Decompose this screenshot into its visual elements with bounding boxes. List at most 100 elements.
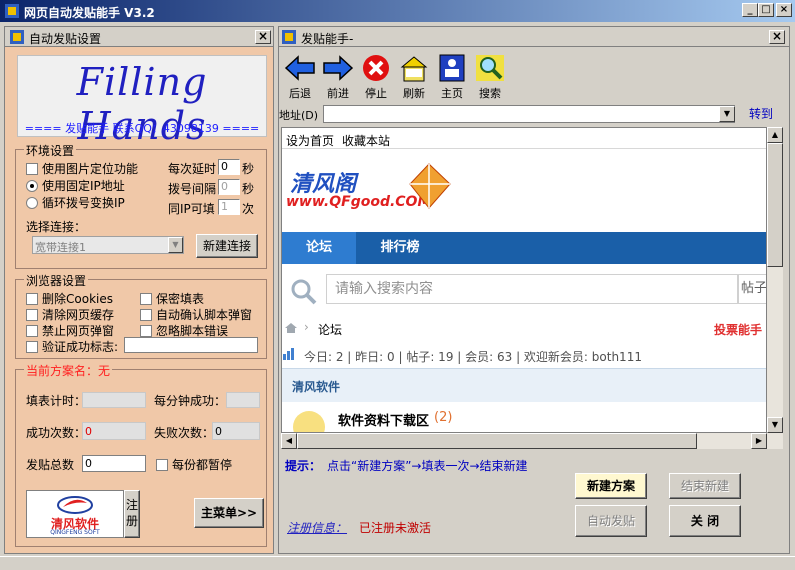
- horizontal-scrollbar[interactable]: ◀ ▶: [281, 433, 767, 449]
- browser-panel-header: 发贴能手- ×: [279, 27, 789, 47]
- site-search-input[interactable]: 请输入搜索内容: [326, 274, 738, 304]
- pause-each-option[interactable]: 每份都暂停: [156, 456, 232, 473]
- site-search-icon: [291, 279, 317, 305]
- reg-info-link[interactable]: 注册信息：: [287, 519, 347, 536]
- verify-flag-option[interactable]: 验证成功标志:: [26, 338, 118, 355]
- window-close-button[interactable]: ×: [776, 3, 792, 17]
- delete-cookies-checkbox[interactable]: [26, 293, 38, 305]
- settings-close-button[interactable]: ×: [255, 30, 271, 44]
- browser-panel: 发贴能手- × 后退 前进 停止 刷新 主页 搜索 地址(D) ▼ 转到 设为首…: [278, 26, 790, 554]
- fixed-ip-option[interactable]: 使用固定IP地址: [26, 177, 125, 194]
- home-breadcrumb-icon: [285, 323, 297, 333]
- vertical-scrollbar[interactable]: ▲ ▼: [767, 127, 783, 449]
- connection-label: 选择连接：: [26, 220, 87, 234]
- dial-interval-unit: 秒: [242, 182, 255, 196]
- total-posts-label: 发贴总数: [26, 458, 75, 472]
- scroll-up-arrow-icon[interactable]: ▲: [767, 127, 783, 143]
- forward-button[interactable]: 前进: [320, 51, 356, 101]
- image-locate-checkbox[interactable]: [26, 163, 38, 175]
- nav-forum-tab[interactable]: 论坛: [282, 232, 356, 264]
- logo-sub: QINGFENG SOFT: [50, 529, 100, 536]
- secret-fill-option[interactable]: 保密填表: [140, 290, 204, 307]
- address-input[interactable]: [323, 105, 735, 123]
- auto-post-button[interactable]: 自动发贴: [575, 505, 647, 537]
- dial-interval-label: 拨号间隔: [168, 182, 217, 196]
- register-button[interactable]: 注册: [124, 490, 140, 538]
- delay-input[interactable]: 0: [218, 159, 240, 175]
- cycle-ip-radio[interactable]: [26, 197, 38, 209]
- hint-text: 点击“新建方案”→填表一次→结束新建: [327, 459, 528, 473]
- same-ip-input[interactable]: 1: [218, 199, 240, 215]
- horizontal-scroll-thumb[interactable]: [297, 433, 697, 449]
- back-button[interactable]: 后退: [282, 51, 318, 101]
- dial-interval-input[interactable]: 0: [218, 179, 240, 195]
- board-link[interactable]: 软件资料下载区: [338, 410, 429, 429]
- search-button[interactable]: 搜索: [472, 51, 508, 101]
- refresh-button[interactable]: 刷新: [396, 51, 432, 101]
- new-connection-button[interactable]: 新建连接: [196, 234, 258, 258]
- scroll-left-arrow-icon[interactable]: ◀: [281, 433, 297, 449]
- bird-logo-icon: [57, 496, 93, 514]
- fixed-ip-radio[interactable]: [26, 180, 38, 192]
- banner-contact: ==== 发贴能手 联系QQ：43098139 ====: [24, 122, 260, 135]
- vote-link[interactable]: 投票能手: [714, 321, 762, 338]
- address-dropdown-chevron-down-icon[interactable]: ▼: [719, 106, 735, 122]
- settings-panel-title: 自动发贴设置: [29, 32, 102, 46]
- ignore-errors-checkbox[interactable]: [140, 325, 152, 337]
- plan-group: 当前方案名：无 填表计时： 每分钟成功： 成功次数： 0 失败次数： 0 发贴总…: [15, 362, 267, 547]
- total-posts-input[interactable]: 0: [82, 455, 146, 472]
- ignore-errors-option[interactable]: 忽略脚本错误: [140, 322, 228, 339]
- minimize-button[interactable]: _: [742, 3, 758, 17]
- address-label: 地址(D): [279, 109, 319, 122]
- scroll-down-arrow-icon[interactable]: ▼: [767, 417, 783, 433]
- block-popup-checkbox[interactable]: [26, 325, 38, 337]
- connection-select[interactable]: 宽带连接1 ▼: [32, 236, 184, 254]
- block-popup-option[interactable]: 禁止网页弹窗: [26, 322, 114, 339]
- set-home-link[interactable]: 设为首页: [286, 132, 334, 149]
- verify-flag-input[interactable]: [124, 337, 258, 353]
- home-button[interactable]: 主页: [434, 51, 470, 101]
- verify-flag-checkbox[interactable]: [26, 341, 38, 353]
- maximize-button[interactable]: □: [758, 3, 774, 17]
- new-plan-button[interactable]: 新建方案: [575, 473, 647, 499]
- same-ip-unit: 次: [242, 202, 255, 216]
- cycle-ip-option[interactable]: 循环拨号变换IP: [26, 194, 125, 211]
- browser-close-button[interactable]: ×: [769, 30, 785, 44]
- pause-each-checkbox[interactable]: [156, 459, 168, 471]
- search-icon: [476, 55, 504, 81]
- nav-rank-tab[interactable]: 排行榜: [364, 232, 436, 264]
- window-title-bar: 网页自动发贴能手 V3.2 _ □ ×: [0, 0, 795, 22]
- hint-label: 提示：: [285, 459, 322, 473]
- fail-value: 0: [212, 422, 260, 440]
- main-menu-button[interactable]: 主菜单>>: [194, 498, 264, 528]
- clear-cache-checkbox[interactable]: [26, 309, 38, 321]
- secret-fill-checkbox[interactable]: [140, 293, 152, 305]
- auto-confirm-checkbox[interactable]: [140, 309, 152, 321]
- delay-label: 每次延时: [168, 162, 217, 176]
- favorite-link[interactable]: 收藏本站: [342, 132, 390, 149]
- auto-confirm-option[interactable]: 自动确认脚本弹窗: [140, 306, 252, 323]
- go-link[interactable]: 转到: [749, 105, 773, 122]
- fail-label: 失败次数：: [154, 426, 215, 440]
- close-button[interactable]: 关 闭: [669, 505, 741, 537]
- breadcrumb[interactable]: 论坛: [318, 321, 342, 338]
- scroll-right-arrow-icon[interactable]: ▶: [751, 433, 767, 449]
- site-logo: 清风阁 www.QFgood.COM: [286, 162, 462, 222]
- browser-icon: [282, 30, 296, 44]
- chevron-down-icon[interactable]: ▼: [168, 237, 183, 253]
- image-locate-option[interactable]: 使用图片定位功能: [26, 160, 138, 177]
- section-header: 清风软件: [282, 368, 766, 402]
- delete-cookies-option[interactable]: 删除Cookies: [26, 290, 113, 307]
- stats-chart-icon: [283, 348, 294, 360]
- site-search-type[interactable]: 帖子: [738, 274, 766, 304]
- reg-info-status: 已注册未激活: [359, 521, 432, 535]
- refresh-icon: [400, 56, 428, 82]
- env-settings-group: 环境设置 使用图片定位功能 使用固定IP地址 循环拨号变换IP 每次延时 0 秒…: [15, 142, 267, 269]
- vertical-scroll-thumb[interactable]: [767, 143, 783, 267]
- clear-cache-option[interactable]: 清除网页缓存: [26, 306, 114, 323]
- stop-button[interactable]: 停止: [358, 51, 394, 101]
- end-new-button[interactable]: 结束新建: [669, 473, 741, 499]
- web-viewport: 设为首页 收藏本站 清风阁 www.QFgood.COM 论坛 排行榜 请输入搜…: [281, 127, 767, 433]
- settings-icon: [10, 30, 24, 44]
- settings-panel: 自动发贴设置 × Filling Hands ==== 发贴能手 联系QQ：43…: [4, 26, 274, 554]
